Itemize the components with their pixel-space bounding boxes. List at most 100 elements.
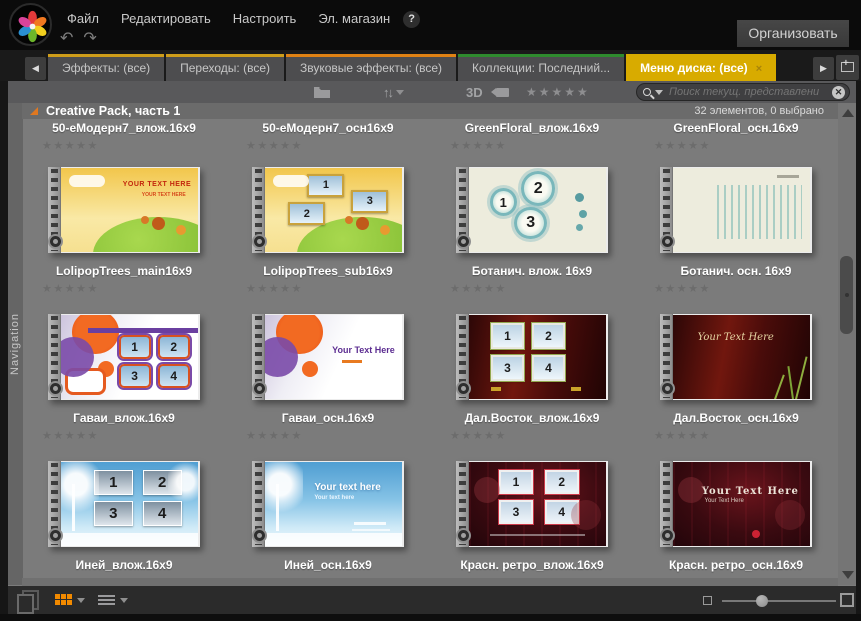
preview-frame: 3 [94, 501, 133, 526]
item-rating[interactable]: ★★★★★ [654, 282, 838, 295]
thumbnail[interactable]: 1234 [456, 314, 608, 400]
library-item[interactable]: 123Ботанич. влож. 16x9★★★★★ [430, 161, 634, 308]
new-tab-button[interactable] [836, 55, 859, 80]
library-item[interactable]: GreenFloral_влож.16x9 ★★★★★ [430, 119, 634, 161]
thumbnail[interactable]: 1234 [48, 461, 200, 547]
thumbnail[interactable]: YOUR TEXT HEREYOUR TEXT HERE [48, 167, 200, 253]
search-input[interactable] [669, 86, 832, 98]
folder-icon[interactable] [313, 81, 331, 103]
library-item[interactable]: 1234Красн. ретро_влож.16x9★★★★★ [430, 455, 634, 578]
search-scope-chevron-icon[interactable] [655, 90, 663, 95]
tag-filter-button[interactable] [496, 81, 509, 103]
menu-item[interactable]: Эл. магазин [309, 8, 399, 29]
thumbnail[interactable]: 123 [252, 167, 404, 253]
grid-view-button[interactable] [55, 594, 72, 605]
item-rating[interactable]: ★★★★★ [42, 282, 226, 295]
tab[interactable]: Коллекции: Последний... [458, 54, 624, 81]
tab-list: Эффекты: (все) Переходы: (все)Звуковые эф… [48, 54, 811, 81]
zoom-in-icon[interactable] [840, 593, 854, 607]
rating-filter[interactable]: ★★★★★ [526, 81, 590, 103]
list-view-button[interactable] [98, 595, 115, 607]
item-label: GreenFloral_влож.16x9 [430, 121, 634, 135]
library-item[interactable]: 50-еМодерн7_влож.16x9★★★★★ [22, 119, 226, 161]
preview-frame: 2 [158, 335, 190, 359]
grid-view-chevron-icon[interactable] [77, 598, 85, 603]
library-item[interactable]: GreenFloral_осн.16x9★★★★★ [634, 119, 838, 161]
preview-caption: Your Text Here [332, 345, 395, 355]
menu-item[interactable]: Файл [58, 8, 108, 29]
item-rating[interactable]: ★★★★★ [450, 282, 634, 295]
item-rating[interactable]: ★★★★★ [246, 429, 430, 442]
window-left-edge [0, 50, 8, 621]
item-rating[interactable]: ★★★★★ [42, 139, 226, 152]
decor [571, 387, 581, 391]
library-item[interactable]: Your Text HereГаваи_осн.16x9★★★★★ [226, 308, 430, 455]
zoom-slider-thumb[interactable] [756, 595, 768, 607]
thumbnail[interactable]: 123 [456, 167, 608, 253]
thumbnail-image [673, 168, 810, 252]
decor [176, 225, 186, 235]
library-item[interactable]: 123LolipopTrees_sub16x9★★★★★ [226, 161, 430, 308]
search-clear-button[interactable]: ✕ [832, 86, 845, 99]
tab-scroll-left-button[interactable]: ◀ [25, 57, 46, 80]
decor [788, 366, 795, 399]
library-item[interactable]: Your Text HereДал.Восток_осн.16x9★★★★★ [634, 308, 838, 455]
thumbnail[interactable]: 1234 [48, 314, 200, 400]
thumbnail[interactable]: Your Text Here [660, 314, 812, 400]
thumbnail[interactable]: 1234 [456, 461, 608, 547]
tab[interactable]: Эффекты: (все) [48, 54, 164, 81]
tab[interactable]: Переходы: (все) [166, 54, 284, 81]
preview-frame: 2 [288, 202, 325, 225]
library-item[interactable]: YOUR TEXT HEREYOUR TEXT HERELolipopTrees… [22, 161, 226, 308]
item-rating[interactable]: ★★★★★ [450, 429, 634, 442]
collection-header[interactable]: Creative Pack, часть 1 32 элементов, 0 в… [22, 103, 838, 119]
undo-button[interactable]: ↶ [60, 28, 73, 48]
redo-button[interactable]: ↷ [83, 28, 96, 48]
library-item[interactable]: 50-еМодерн7_осн16x9★★★★★ [226, 119, 430, 161]
library-item[interactable]: Your text hereYour text hereИней_осн.16x… [226, 455, 430, 578]
navigation-sidebar[interactable]: Navigation [8, 103, 23, 585]
library-item[interactable]: 1234Гаваи_влож.16x9★★★★★ [22, 308, 226, 455]
library-item[interactable]: 1234Дал.Восток_влож.16x9★★★★★ [430, 308, 634, 455]
scroll-up-icon[interactable] [842, 109, 854, 117]
thumbnail[interactable]: Your Text Here [252, 314, 404, 400]
tab[interactable]: Меню диска: (все)× [626, 54, 776, 81]
preview-frame: 3 [351, 190, 388, 213]
vertical-scrollbar[interactable] [838, 103, 856, 585]
list-view-chevron-icon[interactable] [120, 598, 128, 603]
library-item[interactable]: Your Text HereYour Text HereКрасн. ретро… [634, 455, 838, 578]
scrollbar-thumb[interactable] [840, 256, 853, 334]
horizontal-scrollbar[interactable] [22, 578, 838, 586]
tab-scroll-right-button[interactable]: ▶ [813, 57, 834, 80]
help-icon[interactable]: ? [403, 11, 420, 28]
item-rating[interactable]: ★★★★★ [450, 139, 634, 152]
tab-close-icon[interactable]: × [756, 63, 762, 75]
thumbnail[interactable]: Your Text HereYour Text Here [660, 461, 812, 547]
zoom-out-icon[interactable] [703, 596, 712, 605]
tab-label: Эффекты: (все) [62, 61, 150, 75]
item-rating[interactable]: ★★★★★ [246, 139, 430, 152]
scroll-down-icon[interactable] [842, 571, 854, 579]
pages-icon[interactable] [17, 590, 37, 610]
sort-button[interactable]: ↑↓ [383, 81, 404, 103]
tab[interactable]: Звуковые эффекты: (все) [286, 54, 456, 81]
preview-frames: 1234 [499, 470, 578, 524]
library-item[interactable]: 1234Иней_влож.16x9★★★★★ [22, 455, 226, 578]
organize-button[interactable]: Организовать [737, 20, 849, 47]
menu-item[interactable]: Настроить [224, 8, 306, 29]
clip-badge-icon [48, 528, 63, 543]
preview-frame: 2 [545, 470, 579, 494]
item-rating[interactable]: ★★★★★ [654, 429, 838, 442]
3d-filter-button[interactable]: 3D [466, 81, 483, 103]
thumbnail[interactable]: Your text hereYour text here [252, 461, 404, 547]
library-item[interactable]: Ботанич. осн. 16x9★★★★★ [634, 161, 838, 308]
menu-item[interactable]: Редактировать [112, 8, 220, 29]
item-rating[interactable]: ★★★★★ [654, 139, 838, 152]
zoom-slider-track[interactable] [722, 600, 836, 602]
decor [579, 210, 587, 218]
item-rating[interactable]: ★★★★★ [246, 282, 430, 295]
thumbnail[interactable] [660, 167, 812, 253]
collection-expand-icon[interactable] [30, 107, 38, 115]
item-rating[interactable]: ★★★★★ [42, 429, 226, 442]
tag-icon [496, 88, 509, 97]
